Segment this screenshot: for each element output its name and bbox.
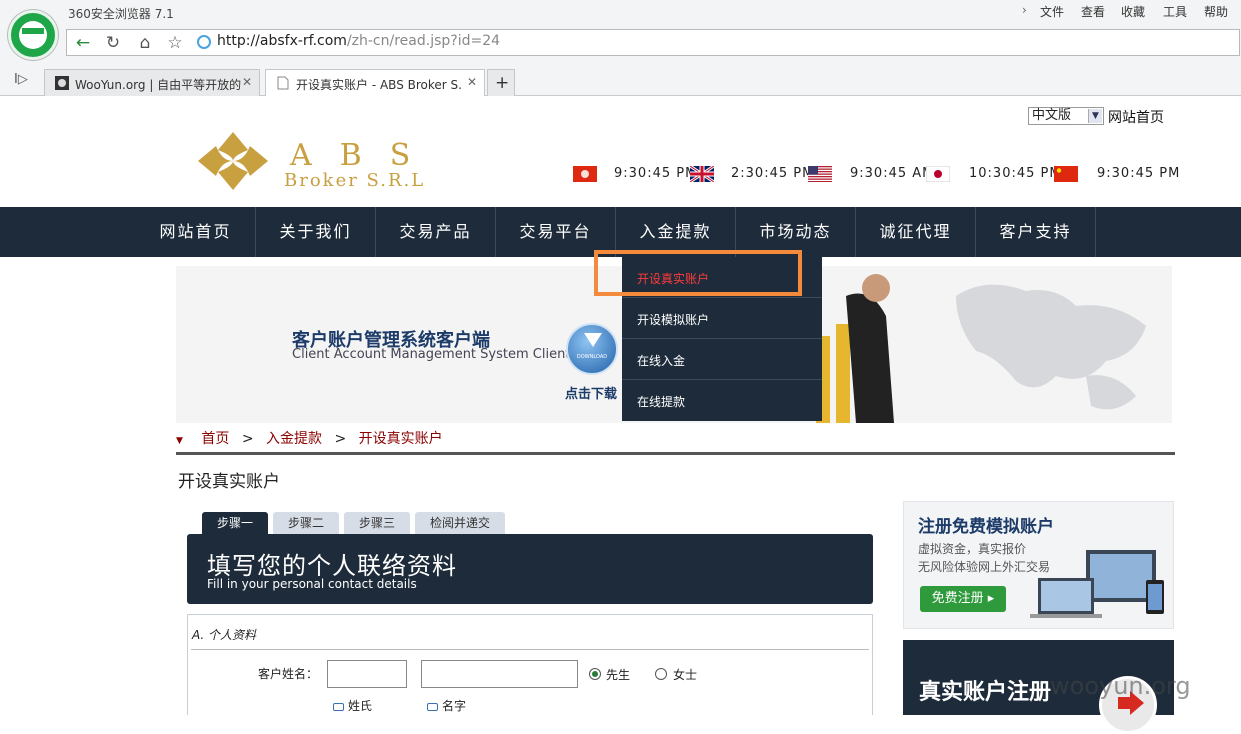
browser-logo-icon <box>8 10 58 60</box>
sidebar-toggle-icon[interactable]: I▷ <box>14 72 28 87</box>
tab-step-two[interactable]: 步骤二 <box>273 512 339 534</box>
surname-input[interactable] <box>327 660 407 688</box>
tab-label: WooYun.org | 自由平等开放的 <box>75 78 242 92</box>
tab-label: 开设真实账户 - ABS Broker S. <box>296 78 462 92</box>
tab-close-icon[interactable]: ✕ <box>242 75 252 89</box>
download-link[interactable]: 点击下载 <box>565 383 617 402</box>
wooyun-favicon-icon <box>55 76 69 90</box>
page-favicon-icon <box>277 76 289 90</box>
breadcrumb-current: 开设真实账户 <box>358 431 443 447</box>
cn-flag-icon <box>1054 166 1078 182</box>
address-bar[interactable]: ← ↻ ⌂ ☆ http://absfx-rf.com/zh-cn/read.j… <box>66 29 1240 56</box>
language-select[interactable]: 中文版 ▼ <box>1028 107 1104 125</box>
breadcrumb-home[interactable]: 首页 <box>201 431 229 447</box>
download-icon[interactable]: DOWNLOAD <box>566 323 618 375</box>
given-name-input[interactable] <box>421 660 578 688</box>
dropdown-item-online-deposit[interactable]: 在线入金 <box>622 339 822 380</box>
clock-newyork: 9:30:45 AM <box>850 166 935 181</box>
menu-expand-icon[interactable]: › <box>1022 3 1027 17</box>
section-title: A. 个人资料 <box>192 628 257 642</box>
menu-tools[interactable]: 工具 <box>1163 3 1187 20</box>
breadcrumb-separator: > <box>334 431 347 447</box>
menu-file[interactable]: 文件 <box>1040 3 1064 20</box>
us-flag-icon <box>808 166 832 182</box>
menu-view[interactable]: 查看 <box>1081 3 1105 20</box>
breadcrumb: ▼ 首页 > 入金提款 > 开设真实账户 <box>176 428 443 448</box>
back-icon[interactable]: ← <box>71 32 95 54</box>
brand-tagline: Broker S.R.L <box>284 170 426 191</box>
radio-ms[interactable] <box>655 668 667 680</box>
tab-step-three[interactable]: 步骤三 <box>344 512 410 534</box>
clock-tokyo: 10:30:45 PM <box>969 166 1062 181</box>
jp-flag-icon <box>926 166 950 182</box>
refresh-icon[interactable]: ↻ <box>101 32 125 54</box>
speech-bubble-icon <box>427 702 438 711</box>
breadcrumb-separator: > <box>241 431 254 447</box>
name-label: 客户姓名： <box>258 667 319 681</box>
promo-line: 虚拟资金，真实报价 <box>918 542 1027 556</box>
home-link[interactable]: 网站首页 <box>1108 107 1164 127</box>
site-globe-icon <box>197 35 211 49</box>
brand-logo-icon <box>198 132 268 190</box>
breadcrumb-deposit[interactable]: 入金提款 <box>266 431 322 447</box>
clock-beijing: 9:30:45 PM <box>1097 166 1181 181</box>
menu-help[interactable]: 帮助 <box>1204 3 1228 20</box>
browser-title: 360安全浏览器 7.1 <box>68 7 174 21</box>
surname-hint: 姓氏 <box>333 697 372 714</box>
divider <box>191 649 869 650</box>
nav-item-agents[interactable]: 诚征代理 <box>856 207 976 257</box>
new-tab-button[interactable]: + <box>487 69 515 96</box>
tab-close-icon[interactable]: ✕ <box>467 75 477 89</box>
free-register-button[interactable]: 免费注册 ▸ <box>920 586 1006 612</box>
promo-title: 真实账户注册 <box>919 680 1052 705</box>
highlight-box <box>594 250 802 296</box>
tab-open-account[interactable]: 开设真实账户 - ABS Broker S. ✕ <box>265 69 485 96</box>
given-name-hint: 名字 <box>427 697 466 714</box>
chevron-down-icon: ▼ <box>1088 109 1102 123</box>
demo-account-promo: 注册免费模拟账户 虚拟资金，真实报价 无风险体验网上外汇交易 免费注册 ▸ <box>903 501 1174 629</box>
personal-info-form: A. 个人资料 客户姓名： 先生 女士 姓氏 名字 <box>187 614 873 715</box>
url-text[interactable]: http://absfx-rf.com/zh-cn/read.jsp?id=24 <box>217 33 500 49</box>
form-subheading: Fill in your personal contact details <box>207 577 417 591</box>
banner-subtitle: Client Account Management System Client <box>292 347 571 362</box>
radio-ms-label: 女士 <box>673 668 698 682</box>
browser-chrome: 360安全浏览器 7.1 › 文件 查看 收藏 工具 帮助 ← ↻ ⌂ ☆ ht… <box>0 0 1241 96</box>
uk-flag-icon <box>690 166 714 182</box>
brand-name: ABS <box>290 138 439 173</box>
nav-item-support[interactable]: 客户支持 <box>976 207 1096 257</box>
radio-mr-label: 先生 <box>606 668 631 682</box>
clock-hongkong: 9:30:45 PM <box>614 166 698 181</box>
radio-mr[interactable] <box>589 668 601 680</box>
caret-down-icon: ▼ <box>176 436 183 446</box>
menu-favorites[interactable]: 收藏 <box>1121 3 1145 20</box>
tab-wooyun[interactable]: WooYun.org | 自由平等开放的 ✕ <box>44 69 260 96</box>
page-title: 开设真实账户 <box>178 472 280 492</box>
dropdown-item-open-demo-account[interactable]: 开设模拟账户 <box>622 298 822 339</box>
home-icon[interactable]: ⌂ <box>133 32 157 54</box>
promo-title: 注册免费模拟账户 <box>918 517 1054 537</box>
nav-item-about[interactable]: 关于我们 <box>256 207 376 257</box>
watermark: wooyun.org <box>1050 672 1191 700</box>
form-heading: 填写您的个人联络资料 <box>207 552 457 580</box>
tab-step-one[interactable]: 步骤一 <box>202 512 268 534</box>
form-header: 填写您的个人联络资料 Fill in your personal contact… <box>187 534 873 604</box>
speech-bubble-icon <box>333 702 344 711</box>
divider <box>176 452 1175 455</box>
trading-devices-image <box>1030 550 1164 618</box>
dropdown-item-online-withdrawal[interactable]: 在线提款 <box>622 380 822 421</box>
clock-london: 2:30:45 PM <box>731 166 815 181</box>
download-badge-text: DOWNLOAD <box>576 354 608 360</box>
nav-item-home[interactable]: 网站首页 <box>136 207 256 257</box>
favorite-star-icon[interactable]: ☆ <box>163 32 187 54</box>
nav-item-products[interactable]: 交易产品 <box>376 207 496 257</box>
tab-bar: I▷ WooYun.org | 自由平等开放的 ✕ 开设真实账户 - ABS B… <box>0 66 1241 96</box>
tab-review-submit[interactable]: 检阅并递交 <box>415 512 505 534</box>
hk-flag-icon <box>573 166 597 182</box>
